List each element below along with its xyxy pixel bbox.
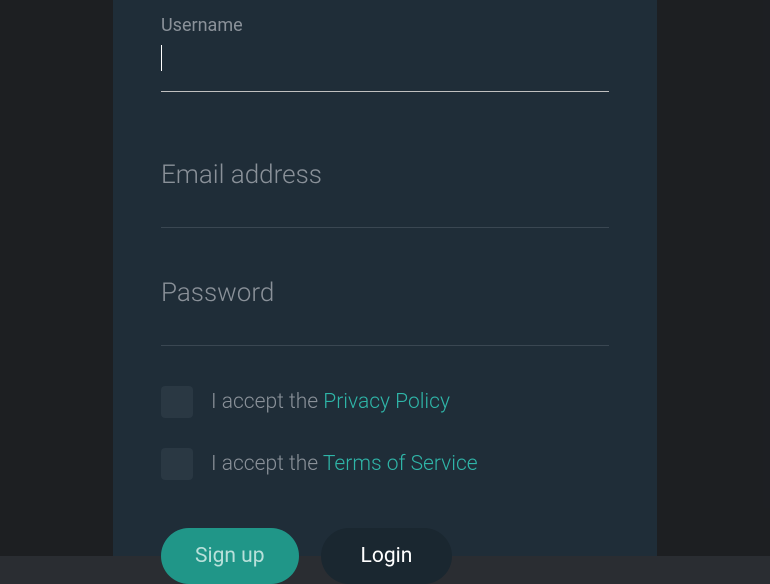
privacy-prefix: I accept the (211, 390, 323, 414)
signup-modal: Username Email address Password I accept… (113, 0, 657, 556)
signup-button[interactable]: Sign up (161, 528, 299, 584)
privacy-policy-link[interactable]: Privacy Policy (323, 390, 450, 414)
login-button[interactable]: Login (321, 528, 453, 584)
terms-label: I accept the Terms of Service (211, 452, 478, 476)
button-row: Sign up Login (161, 528, 609, 584)
email-input[interactable] (161, 188, 609, 228)
terms-checkbox-group: I accept the Terms of Service (161, 448, 609, 480)
email-label: Email address (161, 160, 609, 190)
terms-prefix: I accept the (211, 452, 323, 476)
privacy-checkbox[interactable] (161, 386, 193, 418)
backdrop-left (0, 0, 113, 556)
username-label: Username (161, 15, 609, 36)
password-field-group: Password (161, 278, 609, 346)
terms-checkbox[interactable] (161, 448, 193, 480)
backdrop-right (657, 0, 770, 556)
email-field-group: Email address (161, 160, 609, 228)
text-cursor (161, 45, 162, 71)
privacy-label: I accept the Privacy Policy (211, 390, 450, 414)
password-input[interactable] (161, 306, 609, 346)
privacy-checkbox-group: I accept the Privacy Policy (161, 386, 609, 418)
username-field-group: Username (161, 15, 609, 92)
password-label: Password (161, 278, 609, 308)
username-input[interactable] (161, 44, 609, 92)
terms-of-service-link[interactable]: Terms of Service (323, 452, 478, 476)
